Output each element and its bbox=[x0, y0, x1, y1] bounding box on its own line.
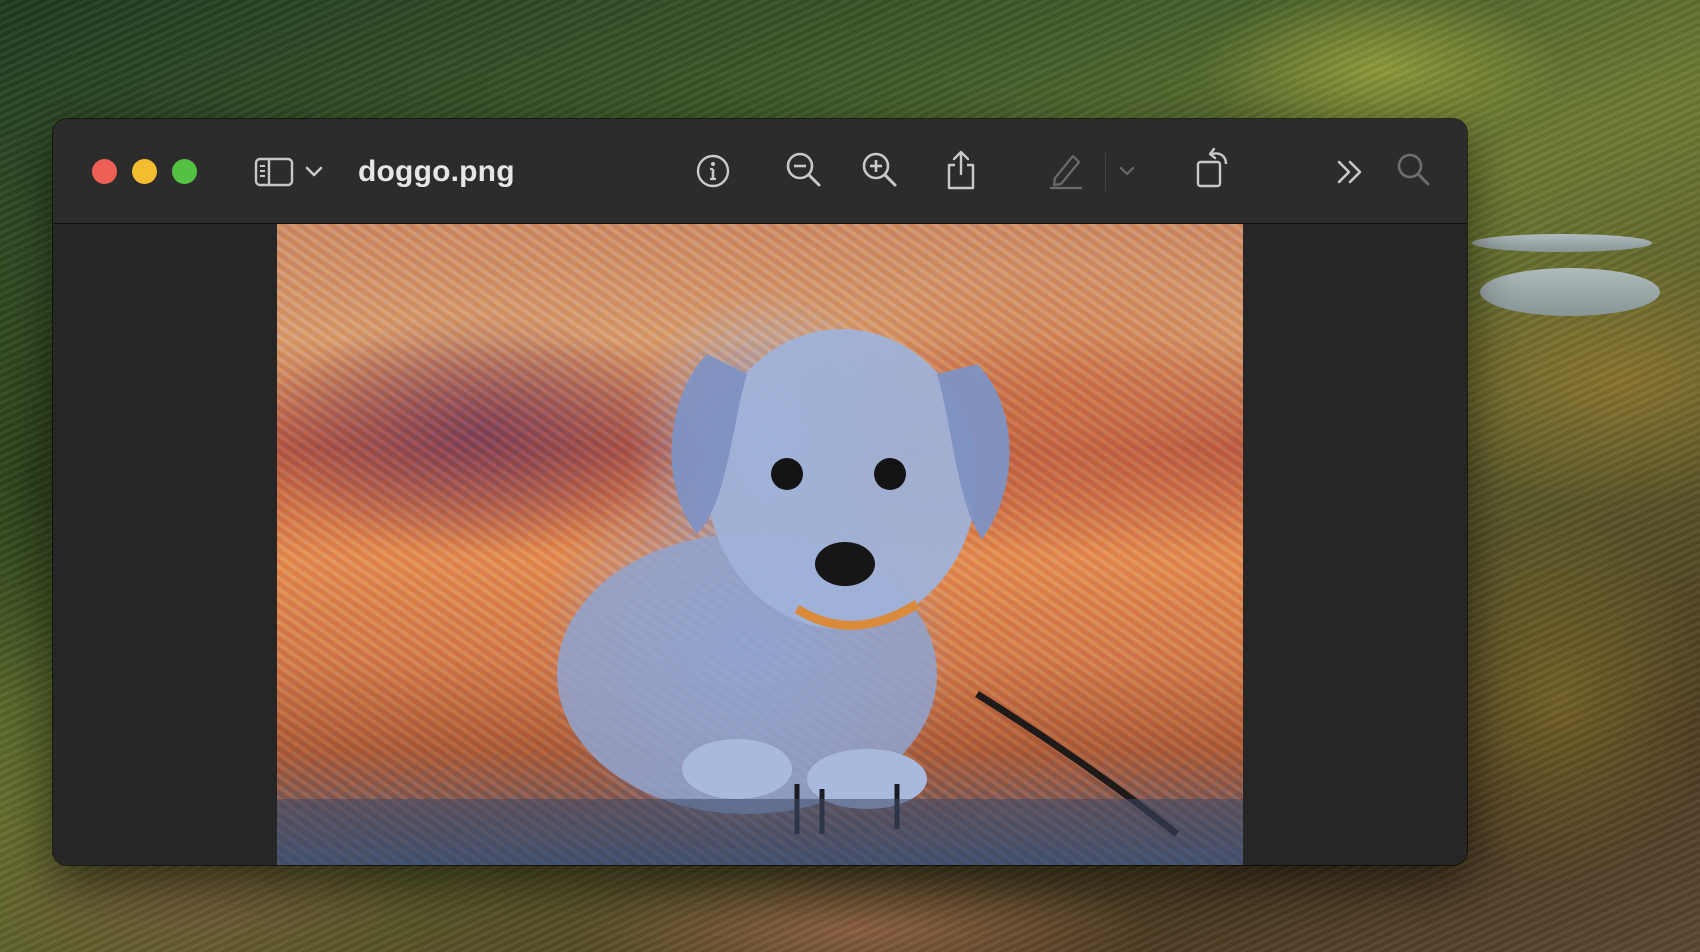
dog-illustration bbox=[277, 329, 1243, 865]
share-button[interactable] bbox=[942, 147, 980, 193]
wallpaper-pond bbox=[1472, 234, 1652, 252]
chevron-down-icon bbox=[305, 166, 323, 177]
minimize-button[interactable] bbox=[132, 159, 157, 184]
more-icon bbox=[1337, 160, 1362, 184]
wallpaper-pond bbox=[1480, 268, 1660, 316]
rotate-icon bbox=[1196, 147, 1228, 188]
info-icon bbox=[696, 154, 730, 188]
sidebar-menu-button[interactable] bbox=[303, 161, 325, 183]
more-button[interactable] bbox=[1333, 157, 1367, 187]
zoom-out-icon bbox=[786, 152, 821, 187]
document-viewport bbox=[53, 224, 1467, 865]
toolbar-separator bbox=[1105, 153, 1106, 191]
document-image[interactable] bbox=[277, 224, 1243, 865]
search-button[interactable] bbox=[1395, 151, 1433, 189]
zoom-in-icon bbox=[862, 152, 897, 187]
info-button[interactable] bbox=[693, 151, 733, 191]
sidebar-toggle-button[interactable] bbox=[252, 153, 296, 191]
search-icon bbox=[1397, 153, 1430, 186]
markup-menu-button[interactable] bbox=[1117, 163, 1137, 179]
maximize-button[interactable] bbox=[172, 159, 197, 184]
markup-chevron-icon bbox=[1119, 166, 1135, 176]
rotate-button[interactable] bbox=[1193, 145, 1233, 191]
markup-icon bbox=[1050, 154, 1082, 190]
share-icon bbox=[947, 150, 975, 190]
document-title: doggo.png bbox=[358, 155, 515, 188]
titlebar: doggo.png bbox=[53, 119, 1467, 224]
zoom-in-button[interactable] bbox=[859, 149, 901, 191]
sidebar-icon bbox=[254, 157, 294, 187]
zoom-out-button[interactable] bbox=[783, 149, 825, 191]
close-button[interactable] bbox=[92, 159, 117, 184]
markup-button[interactable] bbox=[1046, 149, 1086, 191]
preview-window: doggo.png bbox=[53, 119, 1467, 865]
